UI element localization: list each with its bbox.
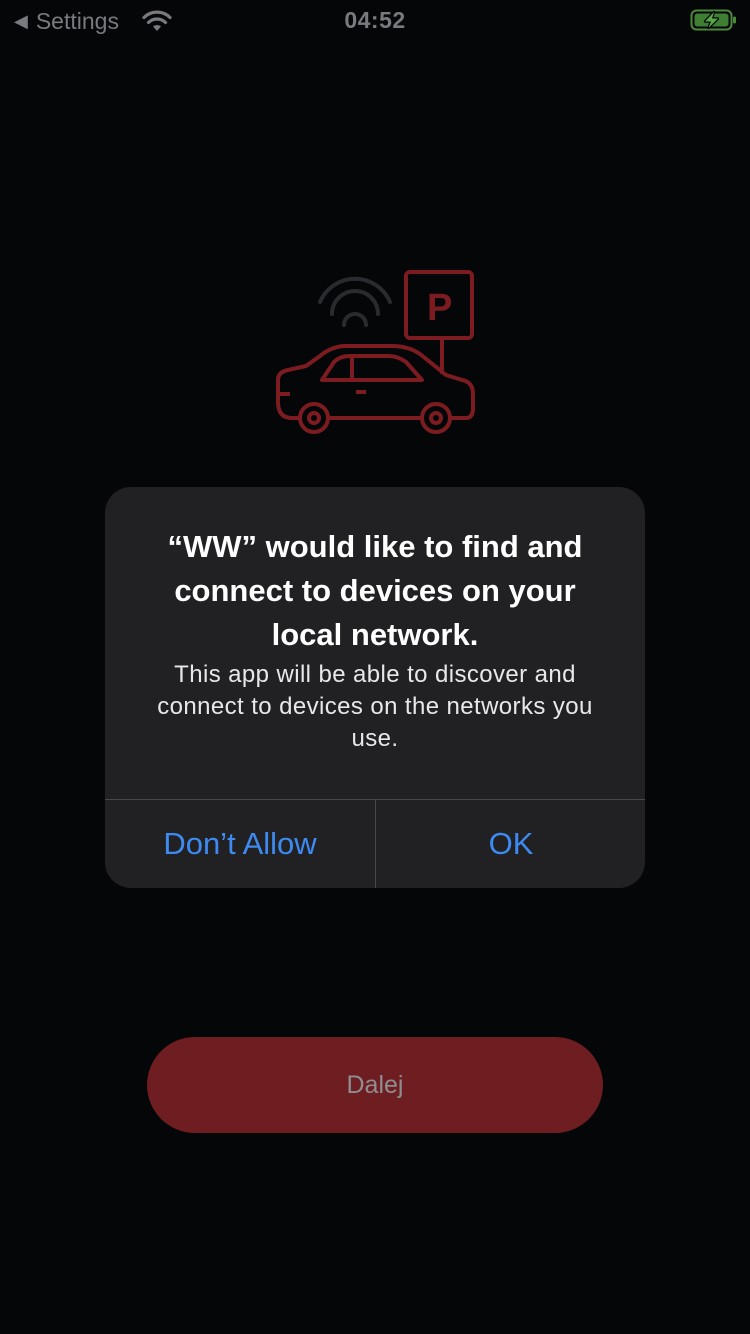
screen: ◀ Settings 04:52 P “WW” would like to fi… — [0, 0, 750, 1334]
wifi-signal-icon — [318, 276, 392, 327]
local-network-permission-alert: “WW” would like to find and connect to d… — [105, 487, 645, 888]
ok-button[interactable]: OK — [376, 800, 645, 888]
alert-message: This app will be able to discover and co… — [157, 661, 593, 752]
alert-body: “WW” would like to find and connect to d… — [105, 487, 645, 799]
status-time: 04:52 — [344, 7, 406, 33]
alert-title: “WW” would like to find and connect to d… — [167, 529, 583, 652]
status-bar: ◀ Settings 04:52 — [0, 0, 750, 42]
svg-text:P: P — [427, 287, 452, 329]
car-parking-wifi-icon: P — [276, 270, 475, 434]
battery-charging-icon — [690, 9, 736, 31]
next-button[interactable]: Dalej — [147, 1037, 603, 1133]
dont-allow-button[interactable]: Don’t Allow — [105, 800, 375, 888]
